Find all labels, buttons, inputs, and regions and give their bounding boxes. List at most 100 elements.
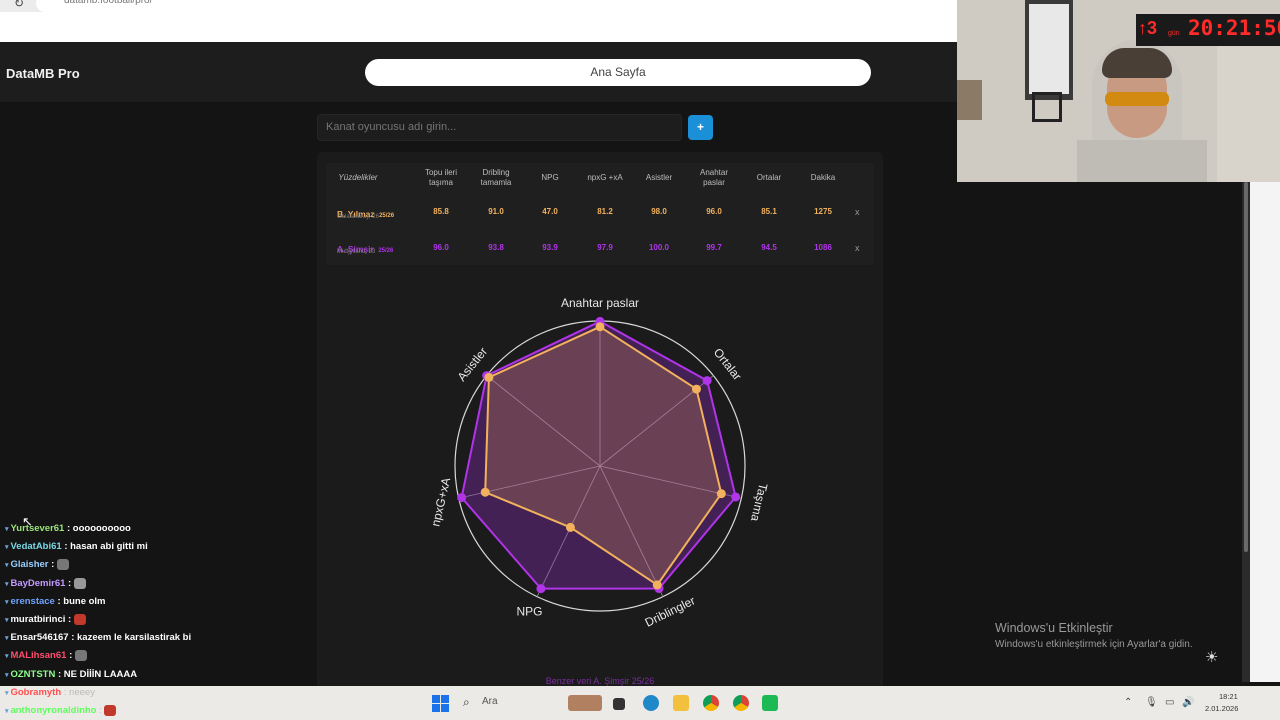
col-header-key-passes: Anahtar paslar bbox=[699, 168, 729, 187]
chat-text: : neeey bbox=[63, 686, 95, 698]
table-cell: 96.0 bbox=[433, 243, 449, 252]
player-search-input[interactable] bbox=[317, 114, 682, 141]
edge-icon[interactable] bbox=[643, 695, 659, 711]
chat-username: erenstace bbox=[10, 595, 58, 607]
table-cell: 81.2 bbox=[597, 207, 613, 216]
radar-data-point bbox=[480, 487, 490, 497]
table-cell: 94.5 bbox=[761, 243, 777, 252]
monitor-icon[interactable]: ▭ bbox=[1165, 697, 1174, 708]
brand-logo[interactable]: DataMB Pro bbox=[6, 66, 80, 81]
radar-data-point bbox=[484, 372, 494, 382]
table-cell: 98.0 bbox=[651, 207, 667, 216]
side-gutter bbox=[1250, 182, 1280, 682]
windows-activate-title: Windows'u Etkinleştir bbox=[995, 621, 1113, 635]
col-header-dribbles: Dribling tamamla bbox=[480, 168, 512, 187]
table-cell: 93.8 bbox=[488, 243, 504, 252]
chevron-up-icon[interactable]: ⌃ bbox=[1124, 697, 1132, 708]
add-player-button[interactable]: + bbox=[688, 115, 713, 140]
chat-text: : kazeem le karsilastirak bi bbox=[71, 632, 192, 644]
chat-message: ▾ anthonyronaldinho : bbox=[5, 705, 117, 717]
remove-player-button[interactable]: x bbox=[855, 207, 860, 217]
chat-message: ▾ Yurtsever61 : oooooooooo bbox=[5, 523, 131, 534]
table-cell: 91.0 bbox=[488, 207, 504, 216]
chat-username: Gobramyth bbox=[10, 686, 64, 698]
home-button[interactable]: Ana Sayfa bbox=[365, 59, 871, 86]
search-highlight-icon[interactable] bbox=[568, 695, 602, 711]
task-view-icon[interactable] bbox=[613, 698, 625, 710]
chat-username: muratbirinci bbox=[10, 614, 69, 626]
table-cell: 97.9 bbox=[597, 243, 613, 252]
timer-prefix: ↑3 bbox=[1138, 18, 1158, 38]
chat-message: ▾ Ensar546167 : kazeem le karsilastirak … bbox=[5, 632, 191, 643]
emote-icon bbox=[73, 614, 86, 625]
table-cell: 85.8 bbox=[433, 207, 449, 216]
emote-icon bbox=[56, 559, 69, 571]
table-cell: 96.0 bbox=[706, 207, 722, 216]
player-season: 25/26 bbox=[379, 213, 395, 219]
table-cell: 1275 bbox=[814, 207, 832, 216]
col-header-npg: NPG bbox=[541, 173, 559, 182]
emote-icon bbox=[73, 577, 86, 589]
windows-activate-subtitle: Windows'u etkinleştirmek için Ayarlar'a … bbox=[995, 639, 1193, 650]
radar-data-point bbox=[702, 376, 712, 386]
radar-chart: Anahtar paslar Ortalar Taşıma Driblingler NP… bbox=[428, 296, 770, 630]
taskbar-search-label[interactable]: Ara bbox=[482, 696, 498, 707]
radar-data-point bbox=[716, 489, 726, 499]
radar-data-point bbox=[536, 584, 546, 594]
radar-axis-label: Driblingler bbox=[643, 593, 698, 629]
chat-message: ▾ Gobramyth : neeey bbox=[5, 687, 95, 698]
radar-data-point bbox=[731, 492, 741, 502]
radar-axis-label: Anahtar paslar bbox=[561, 296, 639, 310]
windows-start-icon[interactable] bbox=[432, 695, 449, 712]
chat-text: : hasan abi gitti mi bbox=[64, 541, 148, 553]
app-icon[interactable] bbox=[762, 695, 778, 711]
table-cell: 47.0 bbox=[542, 207, 558, 216]
reload-icon[interactable]: ↻ bbox=[14, 0, 24, 10]
emote-icon bbox=[104, 705, 117, 716]
remove-player-button[interactable]: x bbox=[855, 243, 860, 253]
table-cell: 93.9 bbox=[542, 243, 558, 252]
chat-username: Glaisher bbox=[10, 559, 52, 571]
chat-text: : bune olm bbox=[57, 595, 106, 607]
col-header-percentiles: Yüzdelikler bbox=[338, 173, 378, 182]
radar-axis-label: Taşıma bbox=[748, 482, 770, 523]
chat-username: VedatAbi61 bbox=[10, 541, 65, 553]
file-explorer-icon[interactable] bbox=[673, 695, 689, 711]
radar-data-point bbox=[595, 322, 605, 332]
chat-username: Yurtsever61 bbox=[10, 523, 67, 534]
chat-message: ▾ MALihsan61 : bbox=[5, 650, 87, 661]
theme-toggle-icon[interactable]: ☀ bbox=[1205, 648, 1218, 666]
radar-axis-label: npxG+xA bbox=[428, 476, 453, 528]
microphone-icon[interactable]: 🎙 bbox=[1145, 697, 1158, 708]
scrollbar-thumb[interactable] bbox=[1244, 182, 1248, 552]
chat-username: anthonyronaldinho bbox=[10, 705, 100, 717]
chrome-profile-icon[interactable] bbox=[733, 695, 749, 711]
chat-message: ▾ erenstace : bune olm bbox=[5, 596, 106, 607]
table-cell: 1086 bbox=[814, 243, 832, 252]
radar-data-point bbox=[691, 384, 701, 394]
address-bar[interactable]: datamb.football/pro/ bbox=[36, 0, 976, 12]
chat-username: OZNTSTN bbox=[10, 668, 58, 680]
search-icon[interactable]: ⌕ bbox=[463, 695, 470, 710]
taskbar-time[interactable]: 18:21 bbox=[1219, 692, 1238, 701]
chat-message: ▾ OZNTSTN : NE DİİİN LAAAA bbox=[5, 669, 137, 680]
taskbar-date[interactable]: 2.01.2026 bbox=[1205, 704, 1238, 713]
windows-taskbar bbox=[0, 686, 1280, 720]
similar-players-link[interactable]: Benzer veri A. Şimşir 25/26 bbox=[330, 676, 870, 686]
radar-data-point bbox=[457, 493, 467, 503]
timer-unit: gün bbox=[1168, 30, 1180, 37]
player-season: 25/26 bbox=[378, 248, 394, 254]
col-header-assists: Asistler bbox=[645, 173, 673, 182]
player-club: Galatasaray, 26 bbox=[337, 214, 379, 220]
table-cell: 99.7 bbox=[706, 243, 722, 252]
chat-text: : bbox=[68, 614, 74, 626]
chat-message: ▾ Glaisher : bbox=[5, 559, 69, 570]
chat-message: ▾ muratbirinci : bbox=[5, 614, 86, 625]
radar-axis-label: Ortalar bbox=[711, 345, 745, 383]
chat-username: Ensar546167 bbox=[10, 632, 72, 644]
volume-icon[interactable]: 🔊 bbox=[1182, 697, 1194, 708]
chrome-icon[interactable] bbox=[703, 695, 719, 711]
radar-data-point bbox=[652, 580, 662, 590]
table-cell: 100.0 bbox=[648, 243, 670, 252]
radar-data-point bbox=[565, 522, 575, 532]
